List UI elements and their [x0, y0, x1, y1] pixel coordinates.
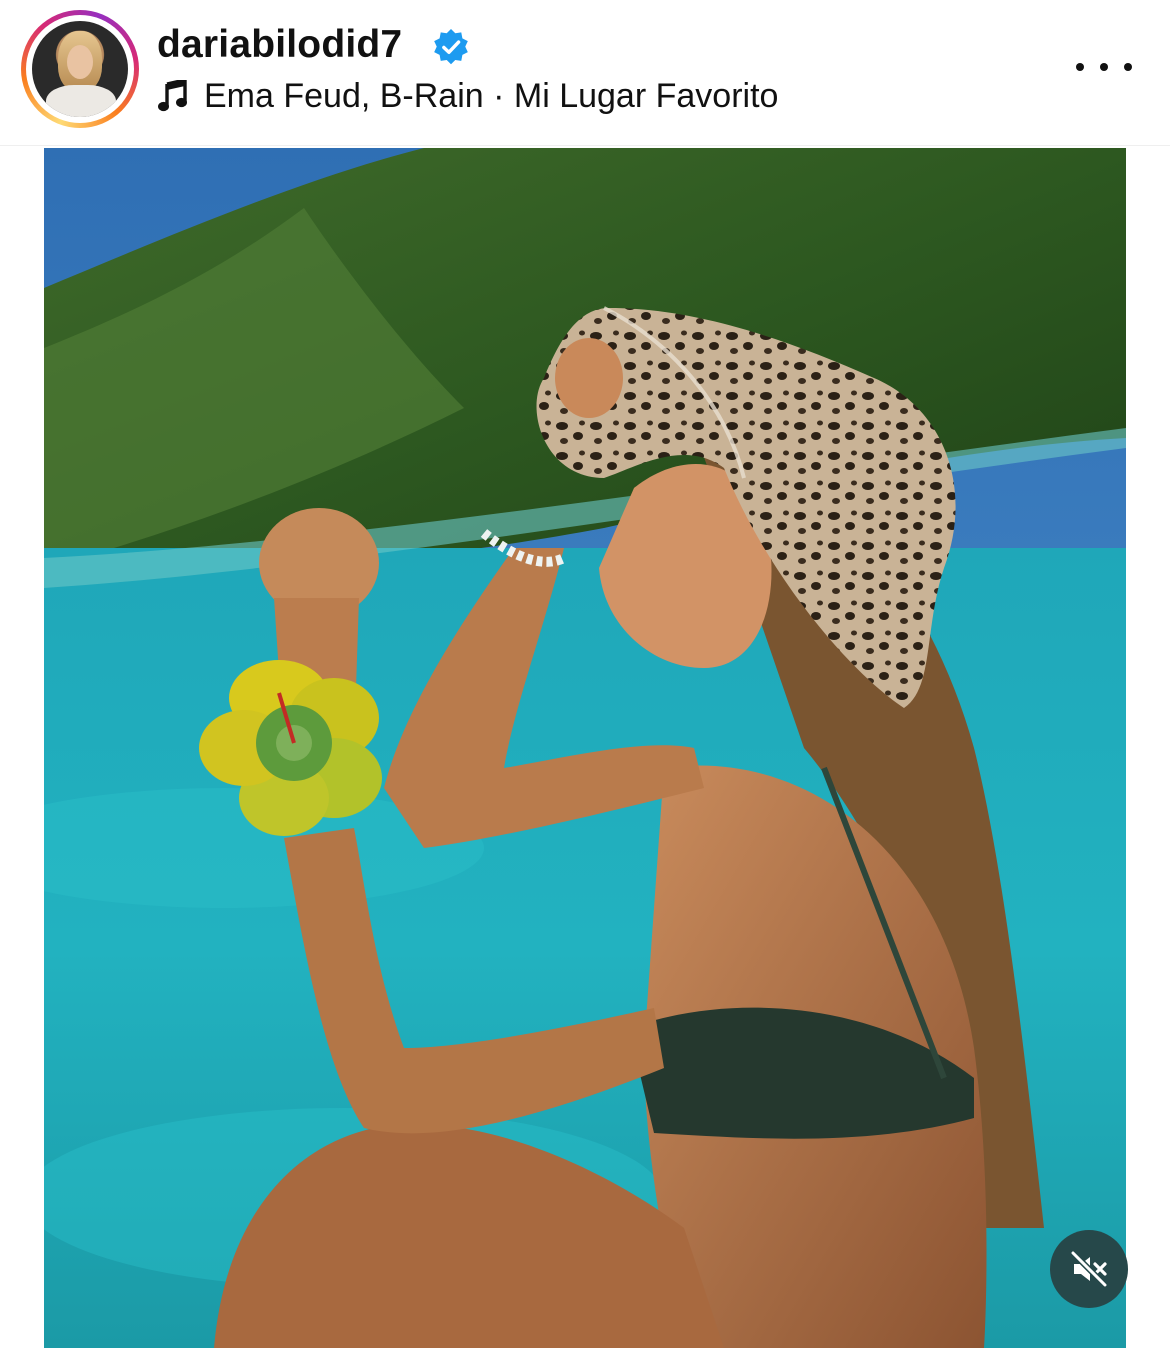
music-note-icon: [158, 80, 187, 112]
audio-label: Ema Feud, B-Rain · Mi Lugar Favorito: [204, 76, 779, 115]
story-ring-avatar[interactable]: [21, 10, 139, 128]
post-media-photo[interactable]: [44, 148, 1126, 1348]
audio-track[interactable]: Ema Feud, B-Rain · Mi Lugar Favorito: [158, 74, 778, 118]
username[interactable]: dariabilodid7: [157, 22, 402, 68]
mute-toggle-button[interactable]: [1050, 1230, 1128, 1308]
verified-badge-icon: [434, 28, 468, 65]
more-options-button[interactable]: [1076, 50, 1132, 84]
post-header: dariabilodid7 Ema Feud, B-Rain · Mi Luga…: [0, 0, 1170, 146]
more-options-icon: [1076, 63, 1084, 71]
speaker-muted-icon: [1070, 1250, 1108, 1288]
post-photo-illustration: [44, 148, 1126, 1348]
avatar: [32, 21, 128, 117]
